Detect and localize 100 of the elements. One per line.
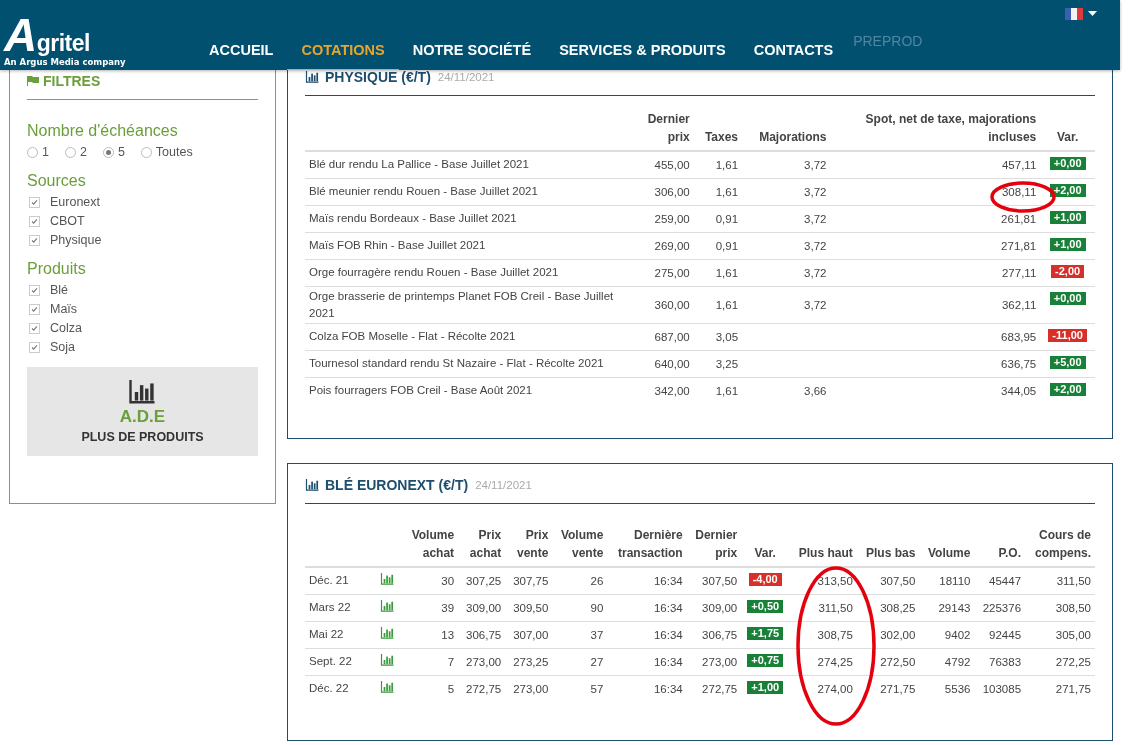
table-cell: 272,50: [856, 648, 920, 675]
table-cell: 92445: [974, 621, 1026, 648]
column-header: Volume vente: [552, 526, 608, 567]
table-cell: 311,50: [789, 594, 857, 621]
checkbox-option[interactable]: Physique: [27, 233, 258, 247]
panel-date: 24/11/2021: [475, 479, 532, 491]
promo-card[interactable]: A.D.E PLUS DE PRODUITS: [27, 367, 258, 456]
nav-link[interactable]: COTATIONS: [287, 42, 399, 70]
table-cell: 275,00: [635, 259, 694, 286]
table-cell: 0,91: [693, 232, 743, 259]
bar-chart-icon: [305, 479, 320, 491]
table-cell: 27: [552, 648, 608, 675]
caret-icon[interactable]: [1088, 11, 1097, 17]
change-badge: -11,00: [1048, 328, 1087, 342]
table-cell: 309,50: [505, 594, 553, 621]
panel-date: 24/11/2021: [437, 71, 495, 83]
table-cell: 306,75: [686, 621, 742, 648]
chart-icon[interactable]: [380, 600, 396, 612]
filter-group-title: Sources: [27, 172, 87, 190]
table-cell: 1,61: [693, 151, 743, 178]
table-cell: 90: [552, 594, 608, 621]
table-cell: 57: [552, 675, 608, 702]
table-cell: 308,11: [830, 178, 1041, 205]
checkbox-option[interactable]: CBOT: [27, 214, 258, 228]
table-cell: 274,00: [789, 675, 857, 702]
promo-title: A.D.E: [119, 406, 166, 427]
radio-option[interactable]: 1: [27, 145, 49, 159]
table-cell: Blé dur rendu La Pallice - Base Juillet 2021: [305, 151, 635, 178]
column-header: P.O.: [974, 526, 1026, 567]
table-cell: 687,00: [635, 323, 694, 350]
chart-icon[interactable]: [380, 627, 396, 639]
table-cell: 269,00: [635, 232, 694, 259]
chart-icon[interactable]: [380, 654, 396, 666]
column-header: Dernier prix: [686, 526, 742, 567]
table-cell: 225376: [974, 594, 1026, 621]
table-cell: 360,00: [635, 286, 694, 323]
table-cell: Tournesol standard rendu St Nazaire - Flat - Récolte 2021: [305, 350, 635, 377]
flag-icon[interactable]: [1065, 8, 1083, 20]
checkbox[interactable]: [29, 215, 40, 227]
table-cell: 3,72: [742, 178, 831, 205]
checkbox[interactable]: [29, 341, 40, 353]
table-cell: Orge fourragère rendu Rouen - Base Juillet 2021: [305, 259, 635, 286]
table-cell: 261,81: [830, 205, 1041, 232]
column-header: Dernier prix: [635, 110, 694, 151]
nav-link[interactable]: SERVICES & PRODUITS: [545, 42, 740, 70]
table-cell: 309,00: [458, 594, 506, 621]
table-cell: 274,25: [789, 648, 857, 675]
radio-option[interactable]: 5: [102, 145, 125, 159]
table-cell: 16:34: [607, 648, 687, 675]
table-cell: Sept. 22: [305, 648, 370, 675]
column-header: Prix achat: [458, 526, 506, 567]
table-cell: 0,91: [693, 205, 743, 232]
column-header: Volume achat: [403, 526, 459, 567]
table-cell: 39: [403, 594, 459, 621]
chart-icon[interactable]: [380, 681, 396, 694]
table-cell: Maïs FOB Rhin - Base Juillet 2021: [305, 232, 635, 259]
checkbox-option[interactable]: Soja: [27, 340, 258, 354]
logo-tagline: An Argus Media company: [4, 57, 126, 67]
radio-option[interactable]: 2: [64, 145, 87, 159]
table-cell: 1,61: [693, 286, 743, 323]
table-cell: 1,61: [693, 178, 743, 205]
table-cell: 272,75: [458, 675, 506, 702]
checkbox[interactable]: [29, 234, 40, 246]
table-cell: 308,50: [1025, 594, 1095, 621]
table-cell: 16:34: [607, 675, 687, 702]
filter-group-title: Produits: [27, 260, 87, 278]
column-header: Dernière transaction: [607, 526, 687, 567]
chart-icon[interactable]: [380, 573, 396, 586]
checkbox-option[interactable]: Maïs: [27, 302, 258, 316]
checkbox[interactable]: [29, 284, 40, 296]
table-cell: 45447: [974, 567, 1026, 594]
table-cell: 309,00: [686, 594, 742, 621]
table-cell: 640,00: [635, 350, 694, 377]
table-cell: 37: [552, 621, 608, 648]
change-badge: +5,00: [1049, 355, 1086, 369]
table-cell: 307,50: [686, 567, 742, 594]
table-cell: 311,50: [1025, 567, 1095, 594]
nav-link[interactable]: ACCUEIL: [195, 42, 288, 70]
checkbox[interactable]: [29, 303, 40, 315]
checkbox[interactable]: [29, 322, 40, 334]
change-badge: +0,75: [747, 653, 784, 667]
table-cell: 3,72: [742, 259, 831, 286]
nav-link[interactable]: CONTACTS: [739, 42, 848, 70]
table-cell: 18110: [919, 567, 975, 594]
checkbox-option[interactable]: Colza: [27, 321, 258, 335]
nav-link[interactable]: NOTRE SOCIÉTÉ: [398, 42, 546, 70]
column-header: Spot, net de taxe, majorations incluses: [830, 110, 1041, 151]
table-cell: 273,00: [686, 648, 742, 675]
table-cell: 307,75: [505, 567, 553, 594]
highlight-ellipse: [990, 181, 1056, 213]
table-cell: 455,00: [635, 151, 694, 178]
table-cell: 271,75: [856, 675, 920, 702]
table-cell: 1,61: [693, 377, 743, 404]
radio-option[interactable]: Toutes: [140, 145, 193, 159]
column-header: Prix vente: [505, 526, 553, 567]
change-badge: -4,00: [748, 573, 782, 586]
checkbox-option[interactable]: Blé: [27, 283, 258, 297]
table-cell: Déc. 21: [305, 567, 370, 594]
checkbox-option[interactable]: Euronext: [27, 195, 258, 209]
checkbox[interactable]: [29, 196, 40, 208]
